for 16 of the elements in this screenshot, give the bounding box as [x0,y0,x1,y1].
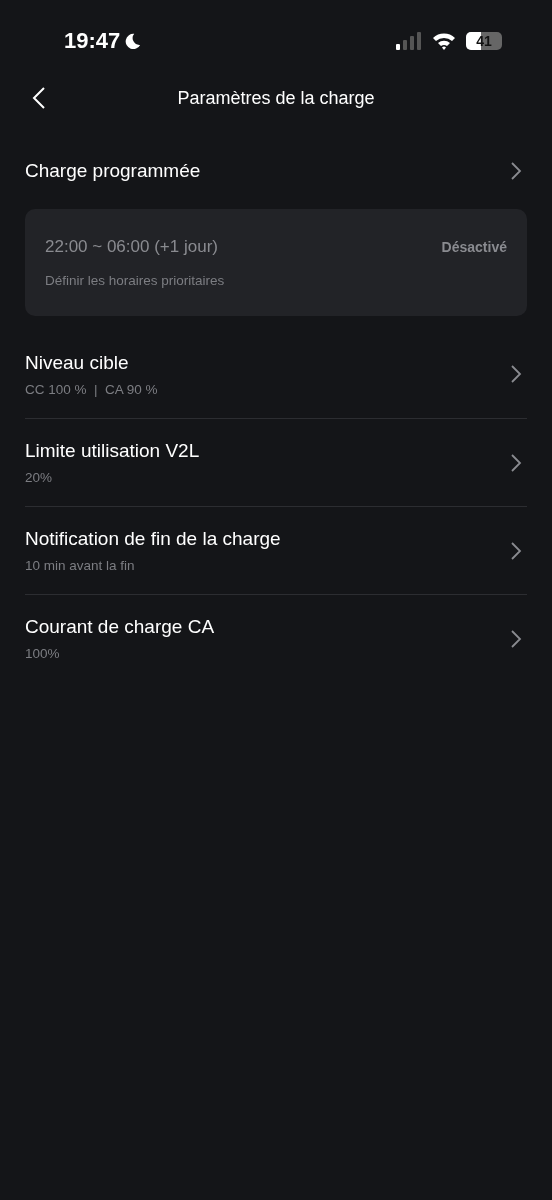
schedule-row[interactable]: Charge programmée [0,114,552,186]
signal-icon [396,32,422,50]
settings-row[interactable]: Limite utilisation V2L 20% [25,418,527,506]
screen-title: Paramètres de la charge [177,87,375,109]
chevron-icon [510,452,522,473]
chevron-icon [510,364,522,384]
settings-row[interactable]: Niveau cible CC 100 % | CA 90 % [25,330,527,418]
settings-row[interactable]: Notification de fin de la charge 10 min avant la fin [25,506,527,594]
settings-row[interactable]: Courant de charge CA 100% [25,594,527,682]
schedule-card[interactable]: 22:00 ~ 06:00 (+1 jour) Désactivé Définir les horaires prioritaires [25,209,527,316]
chevron-icon [510,628,522,649]
moon-icon [124,32,142,50]
wifi-icon [432,32,456,50]
clock-time: 19:47 [64,28,121,54]
chevron-icon [510,161,522,181]
chevron-icon [510,540,522,561]
